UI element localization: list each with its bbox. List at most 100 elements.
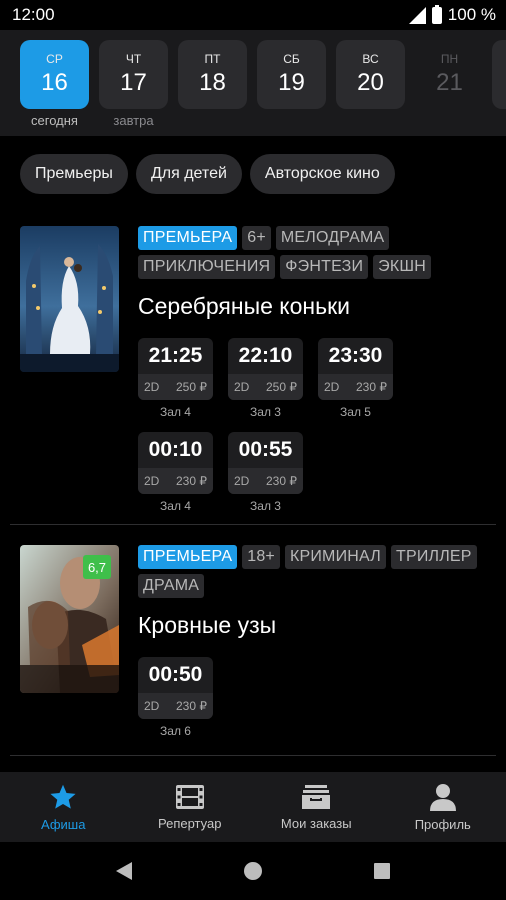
tag-genre: ДРАМА [138, 574, 205, 598]
date-weekday: ЧТ [125, 52, 142, 66]
showtime-time: 00:10 [148, 438, 203, 461]
movie-poster[interactable]: 6,7 [20, 545, 119, 693]
bottom-navigation: Афиша Репертуар Мои заказы Профиль [0, 772, 506, 842]
recents-icon[interactable] [372, 861, 392, 881]
divider [10, 755, 496, 756]
showtime-hall: Зал 3 [250, 499, 281, 513]
showtime[interactable]: 00:50 2D 230 ₽ Зал 6 [138, 657, 213, 738]
tag-genre: МЕЛОДРАМА [275, 226, 390, 250]
date-weekday: СБ [283, 52, 300, 66]
system-navigation [0, 842, 506, 900]
nav-item-repertoire[interactable]: Репертуар [127, 772, 254, 842]
showtime[interactable]: 22:10 2D 250 ₽ Зал 3 [228, 338, 303, 419]
movie-poster[interactable] [20, 226, 119, 372]
date-number: 16 [41, 69, 68, 96]
date-item[interactable]: ВС 20 [336, 40, 405, 129]
date-item-partial[interactable] [492, 40, 506, 109]
showtime-price: 230 ₽ [176, 474, 207, 488]
showtime-price: 230 ₽ [356, 380, 387, 394]
tag-genre: ТРИЛЛЕР [390, 545, 477, 569]
orders-icon [302, 784, 331, 809]
date-weekday: ПН [440, 52, 459, 66]
date-item[interactable]: СБ 19 [257, 40, 326, 129]
date-number: 18 [199, 69, 226, 96]
showtime[interactable]: 23:30 2D 230 ₽ Зал 5 [318, 338, 393, 419]
star-icon [50, 784, 76, 809]
showtime-price: 230 ₽ [266, 474, 297, 488]
tag-genre: КРИМИНАЛ [284, 545, 386, 569]
showtime[interactable]: 00:10 2D 230 ₽ Зал 4 [138, 432, 213, 513]
date-caption: завтра [113, 113, 154, 128]
signal-icon [408, 6, 426, 24]
tag-genre: ПРИКЛЮЧЕНИЯ [138, 255, 276, 279]
date-weekday: СР [46, 52, 63, 66]
tag-genre: ЭКШН [373, 255, 432, 279]
tag-premiere: ПРЕМЬЕРА [138, 226, 238, 250]
battery-icon [431, 4, 442, 24]
showtime-time: 00:55 [238, 438, 293, 461]
showtime-hall: Зал 4 [160, 405, 191, 419]
showtime-time: 21:25 [148, 344, 203, 367]
rating-badge: 6,7 [83, 555, 111, 579]
showtimes: 21:25 2D 250 ₽ Зал 4 22:10 2D 250 ₽ Зал 3 … [138, 338, 478, 513]
filter-chip-premieres[interactable]: Премьеры [20, 154, 128, 194]
showtime-time: 23:30 [328, 344, 383, 367]
filter-chips: Премьеры Для детей Авторское кино [20, 154, 395, 194]
nav-item-afisha[interactable]: Афиша [0, 772, 127, 842]
movie-tags: ПРЕМЬЕРА 18+ КРИМИНАЛ ТРИЛЛЕР ДРАМА [138, 545, 478, 598]
showtime-hall: Зал 4 [160, 499, 191, 513]
showtime-hall: Зал 5 [340, 405, 371, 419]
tag-age: 6+ [242, 226, 271, 250]
date-item[interactable]: ПН 21 [415, 40, 484, 129]
date-weekday: ВС [362, 52, 379, 66]
showtime[interactable]: 00:55 2D 230 ₽ Зал 3 [228, 432, 303, 513]
nav-label: Афиша [41, 816, 86, 832]
date-weekday: ПТ [204, 52, 221, 66]
status-bar: 12:00 100 % [0, 0, 506, 30]
date-selector: СР 16 сегодня ЧТ 17 завтра ПТ 18 СБ 19 ВС 20 … [0, 30, 506, 136]
date-number: 21 [436, 69, 463, 96]
movie-title[interactable]: Кровные узы [138, 612, 488, 639]
movie-title[interactable]: Серебряные коньки [138, 293, 488, 320]
divider [10, 524, 496, 525]
nav-label: Мои заказы [280, 815, 352, 831]
tag-genre: ФЭНТЕЗИ [280, 255, 369, 279]
status-icons: 100 % [408, 4, 496, 25]
profile-icon [429, 783, 456, 811]
showtime-time: 00:50 [148, 663, 203, 686]
showtimes: 00:50 2D 230 ₽ Зал 6 [138, 657, 478, 738]
showtime-hall: Зал 3 [250, 405, 281, 419]
home-icon[interactable] [243, 861, 263, 881]
showtime-format: 2D [234, 380, 250, 394]
showtime-hall: Зал 6 [160, 724, 191, 738]
showtime-price: 250 ₽ [176, 380, 207, 394]
showtime-format: 2D [144, 474, 160, 488]
tag-age: 18+ [242, 545, 280, 569]
tag-premiere: ПРЕМЬЕРА [138, 545, 238, 569]
film-icon [175, 784, 204, 809]
nav-item-orders[interactable]: Мои заказы [253, 772, 380, 842]
showtime-price: 230 ₽ [176, 699, 207, 713]
showtime[interactable]: 21:25 2D 250 ₽ Зал 4 [138, 338, 213, 419]
date-number: 19 [278, 69, 305, 96]
nav-label: Профиль [414, 816, 471, 832]
showtime-price: 250 ₽ [266, 380, 297, 394]
date-item[interactable]: ЧТ 17 завтра [99, 40, 168, 129]
date-number: 20 [357, 69, 384, 96]
filter-chip-kids[interactable]: Для детей [135, 154, 242, 194]
poster-image [20, 226, 119, 372]
date-item[interactable]: ПТ 18 [178, 40, 247, 129]
date-item[interactable]: СР 16 сегодня [20, 40, 89, 129]
back-icon[interactable] [114, 861, 134, 881]
date-caption: сегодня [31, 113, 78, 128]
nav-label: Репертуар [158, 815, 222, 831]
showtime-format: 2D [324, 380, 340, 394]
date-number: 17 [120, 69, 147, 96]
movie-info: ПРЕМЬЕРА 18+ КРИМИНАЛ ТРИЛЛЕР ДРАМА Кров… [138, 545, 488, 738]
nav-item-profile[interactable]: Профиль [380, 772, 506, 842]
movie-info: ПРЕМЬЕРА 6+ МЕЛОДРАМА ПРИКЛЮЧЕНИЯ ФЭНТЕЗ… [138, 226, 488, 513]
status-time: 12:00 [12, 5, 55, 24]
showtime-format: 2D [234, 474, 250, 488]
showtime-format: 2D [144, 699, 160, 713]
filter-chip-arthouse[interactable]: Авторское кино [249, 154, 395, 194]
